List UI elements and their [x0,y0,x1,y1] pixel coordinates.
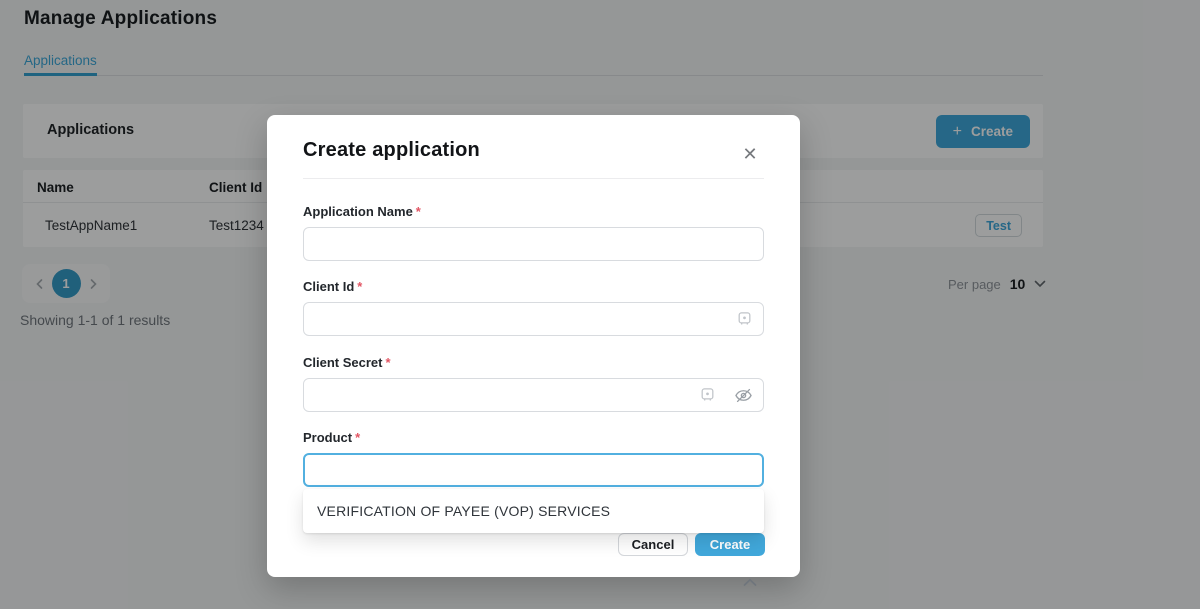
client-secret-input[interactable] [303,378,764,412]
password-autofill-icon[interactable] [737,311,752,326]
password-autofill-icon[interactable] [700,387,715,402]
client-secret-label: Client Secret* [303,355,391,370]
product-options-dropdown: VERIFICATION OF PAYEE (VOP) SERVICES [303,489,764,533]
application-name-label: Application Name* [303,204,421,219]
product-option-vop[interactable]: VERIFICATION OF PAYEE (VOP) SERVICES [317,503,750,519]
required-asterisk: * [416,204,421,219]
product-label: Product* [303,430,360,445]
required-asterisk: * [355,430,360,445]
client-id-label: Client Id* [303,279,362,294]
required-asterisk: * [385,355,390,370]
close-icon[interactable]: ✕ [740,144,760,164]
cancel-button[interactable]: Cancel [618,533,688,556]
eye-off-icon[interactable] [734,386,753,405]
create-application-modal: Create application ✕ Application Name* C… [267,115,800,577]
modal-title: Create application [303,139,480,162]
modal-title-divider [303,178,764,179]
client-id-input[interactable] [303,302,764,336]
application-name-input[interactable] [303,227,764,261]
required-asterisk: * [357,279,362,294]
page: Manage Applications Applications Applica… [0,0,1200,609]
chevron-up-icon [743,578,757,587]
create-submit-button[interactable]: Create [695,533,765,556]
product-select[interactable] [303,453,764,487]
